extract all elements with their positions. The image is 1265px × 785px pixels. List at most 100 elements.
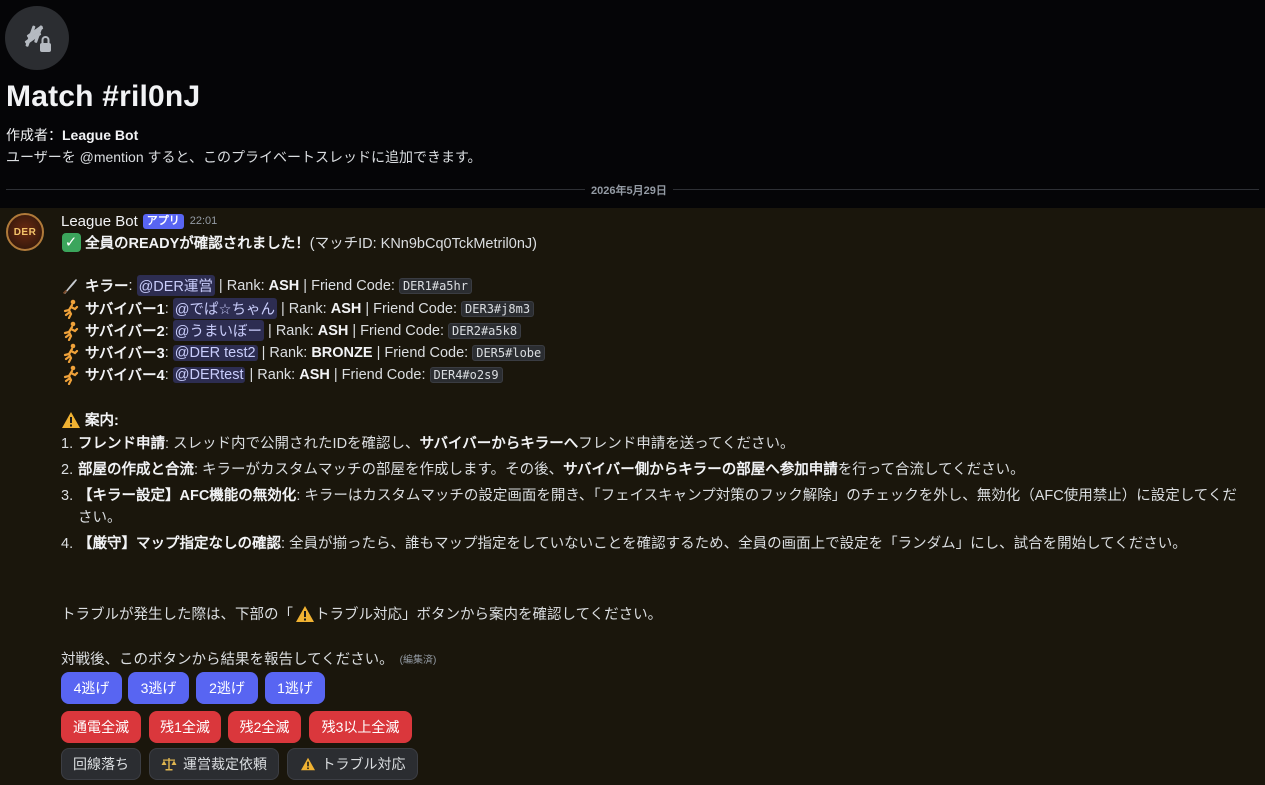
player-colon: : [164, 322, 173, 339]
player-role: サバイバー1 [85, 302, 165, 318]
remaining-1-wipe-button[interactable]: 残1全滅 [149, 711, 221, 743]
guide-item-bold: フレンド申請 [78, 436, 165, 452]
guide-item-text: : 全員が揃ったら、誰もマップ指定をしていないことを確認するため、全員の画面上で… [281, 536, 1187, 552]
trouble-button[interactable]: トラブル対応 [287, 748, 418, 780]
friend-code-prefix: | Friend Code: [348, 322, 449, 339]
guide-item-text: : スレッド内で公開されたIDを確認し、 [165, 436, 420, 452]
player-colon: : [164, 366, 173, 383]
power-wipe-button[interactable]: 通電全滅 [61, 711, 141, 743]
player-mention[interactable]: @DER test2 [172, 344, 258, 361]
report-text: 対戦後、このボタンから結果を報告してください。 [61, 652, 394, 668]
staff-ruling-label: 運営裁定依頼 [183, 756, 267, 772]
creator-label: 作成者： [6, 127, 62, 143]
guide-item: 2. 部屋の作成と合流: キラーがカスタムマッチの部屋を作成します。その後、サバ… [61, 459, 1246, 481]
escape-3-button[interactable]: 3逃げ [128, 672, 189, 704]
message-header: League Bot アプリ 22:01 [61, 212, 217, 230]
report-text-line: 対戦後、このボタンから結果を報告してください。 (編集済) [61, 648, 436, 669]
guide-item-bold: 部屋の作成と合流 [78, 462, 194, 478]
guide-item: 3. 【キラー設定】AFC機能の無効化: キラーはカスタムマッチの設定画面を開き… [61, 485, 1246, 529]
trouble-note-pre: トラブルが発生した際は、下部の「 [61, 607, 293, 623]
player-line: サバイバー3: @DER test2 | Rank: BRONZE | Frie… [61, 342, 546, 363]
friend-code: DER5#lobe [472, 344, 546, 361]
friend-code-prefix: | Friend Code: [372, 344, 473, 361]
thread-description: ユーザーを @mention すると、このプライベートスレッドに追加できます。 [6, 149, 482, 165]
runner-icon [61, 321, 81, 341]
guide-item: 1. フレンド申請: スレッド内で公開されたIDを確認し、サバイバーからキラーへ… [61, 433, 1246, 455]
thread-header: Match #ril0nJ 作成者：League Bot ユーザーを @ment… [0, 0, 1265, 208]
guide-item: 4. 【厳守】マップ指定なしの確認: 全員が揃ったら、誰もマップ指定をしていない… [61, 533, 1246, 555]
scales-icon [161, 757, 177, 771]
warning-icon [295, 604, 315, 624]
trouble-note-post: トラブル対応」ボタンから案内を確認してください。 [315, 607, 663, 623]
friend-code: DER2#a5k8 [448, 322, 522, 339]
ready-title: 全員のREADYが確認されました！ [85, 236, 310, 252]
friend-code: DER3#j8m3 [461, 300, 535, 317]
warning-icon [300, 757, 316, 771]
player-colon: : [128, 277, 137, 294]
guide-item-bold: 【キラー設定】AFC機能の無効化 [78, 488, 297, 504]
avatar[interactable]: DER [6, 213, 44, 251]
message-author[interactable]: League Bot [61, 213, 138, 230]
guide-item-bold: 【厳守】マップ指定なしの確認 [78, 536, 281, 552]
player-rank: ASH [317, 322, 349, 339]
escape-4-button[interactable]: 4逃げ [61, 672, 122, 704]
guide-item-text2: フレンド申請を送ってください。 [578, 436, 795, 452]
escape-2-button[interactable]: 2逃げ [196, 672, 258, 704]
escape-1-button[interactable]: 1逃げ [265, 672, 325, 704]
knife-icon [61, 276, 81, 296]
thread-lock-icon [5, 6, 69, 70]
check-mark-icon: ✓ [61, 233, 81, 253]
app-badge: アプリ [142, 213, 184, 229]
ready-line: ✓ 全員のREADYが確認されました！ (マッチID: KNn9bCq0TckM… [61, 232, 537, 253]
message-timestamp[interactable]: 22:01 [190, 215, 218, 227]
creator-name[interactable]: League Bot [62, 127, 138, 143]
player-mention[interactable]: @DERtest [172, 366, 246, 383]
guide-item-number: 2. [61, 462, 74, 478]
player-rank: ASH [299, 366, 330, 383]
player-line: キラー: @DER運営 | Rank: ASH | Friend Code: D… [61, 275, 472, 296]
trouble-note: トラブルが発生した際は、下部の「 トラブル対応」ボタンから案内を確認してください… [61, 603, 662, 624]
edited-label: (編集済) [399, 655, 437, 666]
player-mention[interactable]: @でぱ☆ちゃん [172, 298, 277, 319]
remaining-3plus-wipe-button[interactable]: 残3以上全滅 [309, 711, 412, 743]
friend-code: DER4#o2s9 [429, 366, 503, 383]
date-divider-label: 2026年5月29日 [585, 182, 673, 198]
staff-ruling-button[interactable]: 運営裁定依頼 [149, 748, 279, 780]
thread-creator: 作成者：League Bot [6, 125, 138, 145]
avatar-text: DER [13, 226, 37, 238]
disconnect-label: 回線落ち [73, 756, 129, 772]
guide-item-number: 3. [61, 488, 74, 504]
rank-prefix: | Rank: [245, 366, 300, 383]
player-rank: ASH [330, 300, 362, 317]
guide-item-bold2: サバイバーからキラーへ [419, 436, 579, 452]
guide-item-text: : キラーがカスタムマッチの部屋を作成します。その後、 [194, 462, 564, 478]
thread-title: Match #ril0nJ [6, 80, 201, 113]
remaining-2-wipe-button[interactable]: 残2全滅 [228, 711, 301, 743]
player-role: キラー [85, 279, 129, 295]
player-rank: ASH [268, 277, 300, 294]
player-role: サバイバー4 [85, 368, 165, 384]
match-id: (マッチID: KNn9bCq0TckMetril0nJ) [309, 236, 537, 252]
friend-code-prefix: | Friend Code: [329, 366, 430, 383]
runner-icon [61, 343, 81, 363]
guide-item-number: 1. [61, 436, 74, 452]
guide-title: 案内: [85, 413, 119, 429]
friend-code-prefix: | Friend Code: [361, 300, 462, 317]
guide-item-text2: を行って合流してください。 [837, 462, 1025, 478]
runner-icon [61, 299, 81, 319]
player-role: サバイバー3 [85, 346, 165, 362]
rank-prefix: | Rank: [214, 277, 269, 294]
player-mention[interactable]: @DER運営 [136, 275, 215, 296]
guide-item-number: 4. [61, 536, 74, 552]
guide-item-bold2: サバイバー側からキラーの部屋へ参加申請 [563, 462, 838, 478]
disconnect-button[interactable]: 回線落ち [61, 748, 141, 780]
trouble-label: トラブル対応 [321, 756, 406, 772]
warning-icon [61, 410, 81, 430]
friend-code-prefix: | Friend Code: [299, 277, 399, 294]
rank-prefix: | Rank: [276, 300, 331, 317]
rank-prefix: | Rank: [264, 322, 318, 339]
player-mention[interactable]: @うまいぼー [172, 320, 264, 341]
player-rank: BRONZE [311, 344, 373, 361]
player-colon: : [164, 344, 173, 361]
player-colon: : [164, 300, 173, 317]
